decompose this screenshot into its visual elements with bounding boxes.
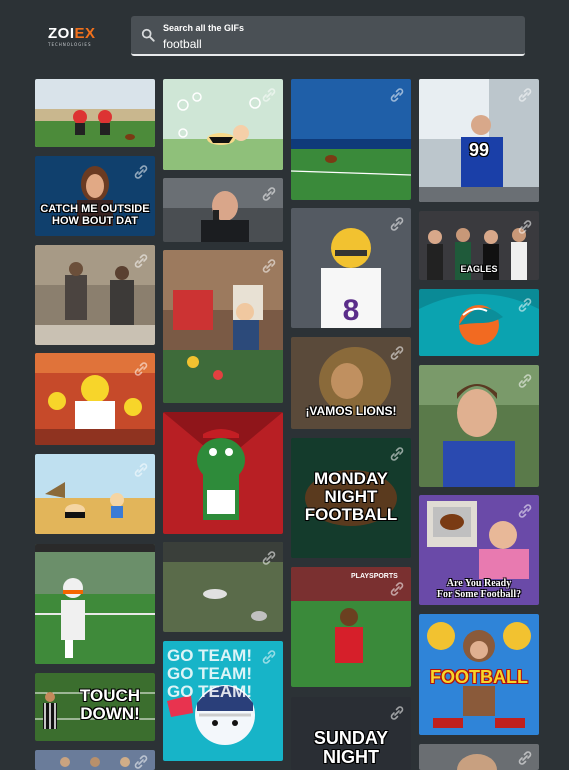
- gif-tile[interactable]: [35, 544, 155, 664]
- link-icon[interactable]: [133, 754, 149, 770]
- gif-caption: 99: [468, 140, 490, 160]
- link-icon[interactable]: [517, 373, 533, 389]
- gif-tile[interactable]: [419, 744, 539, 770]
- gif-tile[interactable]: MONDAY NIGHT FOOTBALL: [291, 438, 411, 558]
- gif-tile[interactable]: [163, 542, 283, 632]
- gif-tile[interactable]: [35, 245, 155, 345]
- gif-caption: CATCH ME OUTSIDE HOW BOUT DAT: [40, 203, 150, 227]
- link-icon[interactable]: [389, 705, 405, 721]
- link-icon[interactable]: [389, 581, 405, 597]
- gif-tile[interactable]: SUNDAY NIGHT: [291, 697, 411, 770]
- link-icon[interactable]: [261, 649, 277, 665]
- gif-tile[interactable]: 99: [419, 79, 539, 202]
- gif-tile[interactable]: EAGLES: [419, 211, 539, 280]
- gif-tile[interactable]: [291, 79, 411, 200]
- gif-tile[interactable]: [35, 750, 155, 770]
- gif-tile[interactable]: [35, 353, 155, 445]
- link-icon[interactable]: [389, 87, 405, 103]
- gif-mascots-field: [35, 79, 155, 147]
- link-icon[interactable]: [133, 361, 149, 377]
- gif-caption: EAGLES: [460, 264, 498, 274]
- link-icon[interactable]: [389, 345, 405, 361]
- gif-caption: TOUCH DOWN!: [79, 686, 141, 723]
- link-icon[interactable]: [517, 750, 533, 766]
- gif-caption: ¡VAMOS LIONS!: [305, 404, 397, 418]
- gif-tile[interactable]: [163, 79, 283, 170]
- gif-grid: CATCH ME OUTSIDE HOW BOUT DAT TOUCH DOWN…: [0, 0, 569, 770]
- gif-tile[interactable]: 8: [291, 208, 411, 328]
- link-icon[interactable]: [517, 219, 533, 235]
- gif-tile[interactable]: ¡VAMOS LIONS!: [291, 337, 411, 429]
- gif-caption: PLAYSPORTS: [351, 573, 398, 580]
- link-icon[interactable]: [517, 503, 533, 519]
- gif-tile[interactable]: FOOTBALL: [419, 614, 539, 735]
- gif-tile[interactable]: CATCH ME OUTSIDE HOW BOUT DAT: [35, 156, 155, 236]
- gif-tile[interactable]: TOUCH DOWN!: [35, 673, 155, 741]
- gif-caption: MONDAY NIGHT FOOTBALL: [304, 469, 398, 524]
- gif-clemson-player: [35, 544, 155, 664]
- gif-tile[interactable]: GO TEAM! GO TEAM! GO TEAM!: [163, 641, 283, 761]
- gif-tile[interactable]: [419, 289, 539, 356]
- link-icon[interactable]: [261, 550, 277, 566]
- link-icon[interactable]: [517, 297, 533, 313]
- gif-tile[interactable]: PLAYSPORTS: [291, 567, 411, 687]
- link-icon[interactable]: [133, 462, 149, 478]
- link-icon[interactable]: [261, 258, 277, 274]
- gif-tile[interactable]: Are You Ready For Some Football?: [419, 495, 539, 605]
- gif-dino-mascot: [163, 412, 283, 534]
- svg-text:8: 8: [343, 294, 360, 327]
- link-icon[interactable]: [261, 87, 277, 103]
- gif-caption: Are You Ready For Some Football?: [436, 578, 522, 600]
- link-icon[interactable]: [133, 164, 149, 180]
- gif-tile[interactable]: [419, 365, 539, 487]
- gif-tile[interactable]: [163, 412, 283, 534]
- link-icon[interactable]: [517, 87, 533, 103]
- link-icon[interactable]: [133, 253, 149, 269]
- link-icon[interactable]: [389, 216, 405, 232]
- gif-tile[interactable]: [163, 178, 283, 242]
- gif-tile[interactable]: [35, 79, 155, 147]
- link-icon[interactable]: [261, 186, 277, 202]
- gif-tile[interactable]: [163, 250, 283, 403]
- link-icon[interactable]: [389, 446, 405, 462]
- gif-caption: SUNDAY NIGHT: [313, 728, 389, 767]
- gif-caption: FOOTBALL: [430, 667, 528, 687]
- gif-tile[interactable]: [35, 454, 155, 534]
